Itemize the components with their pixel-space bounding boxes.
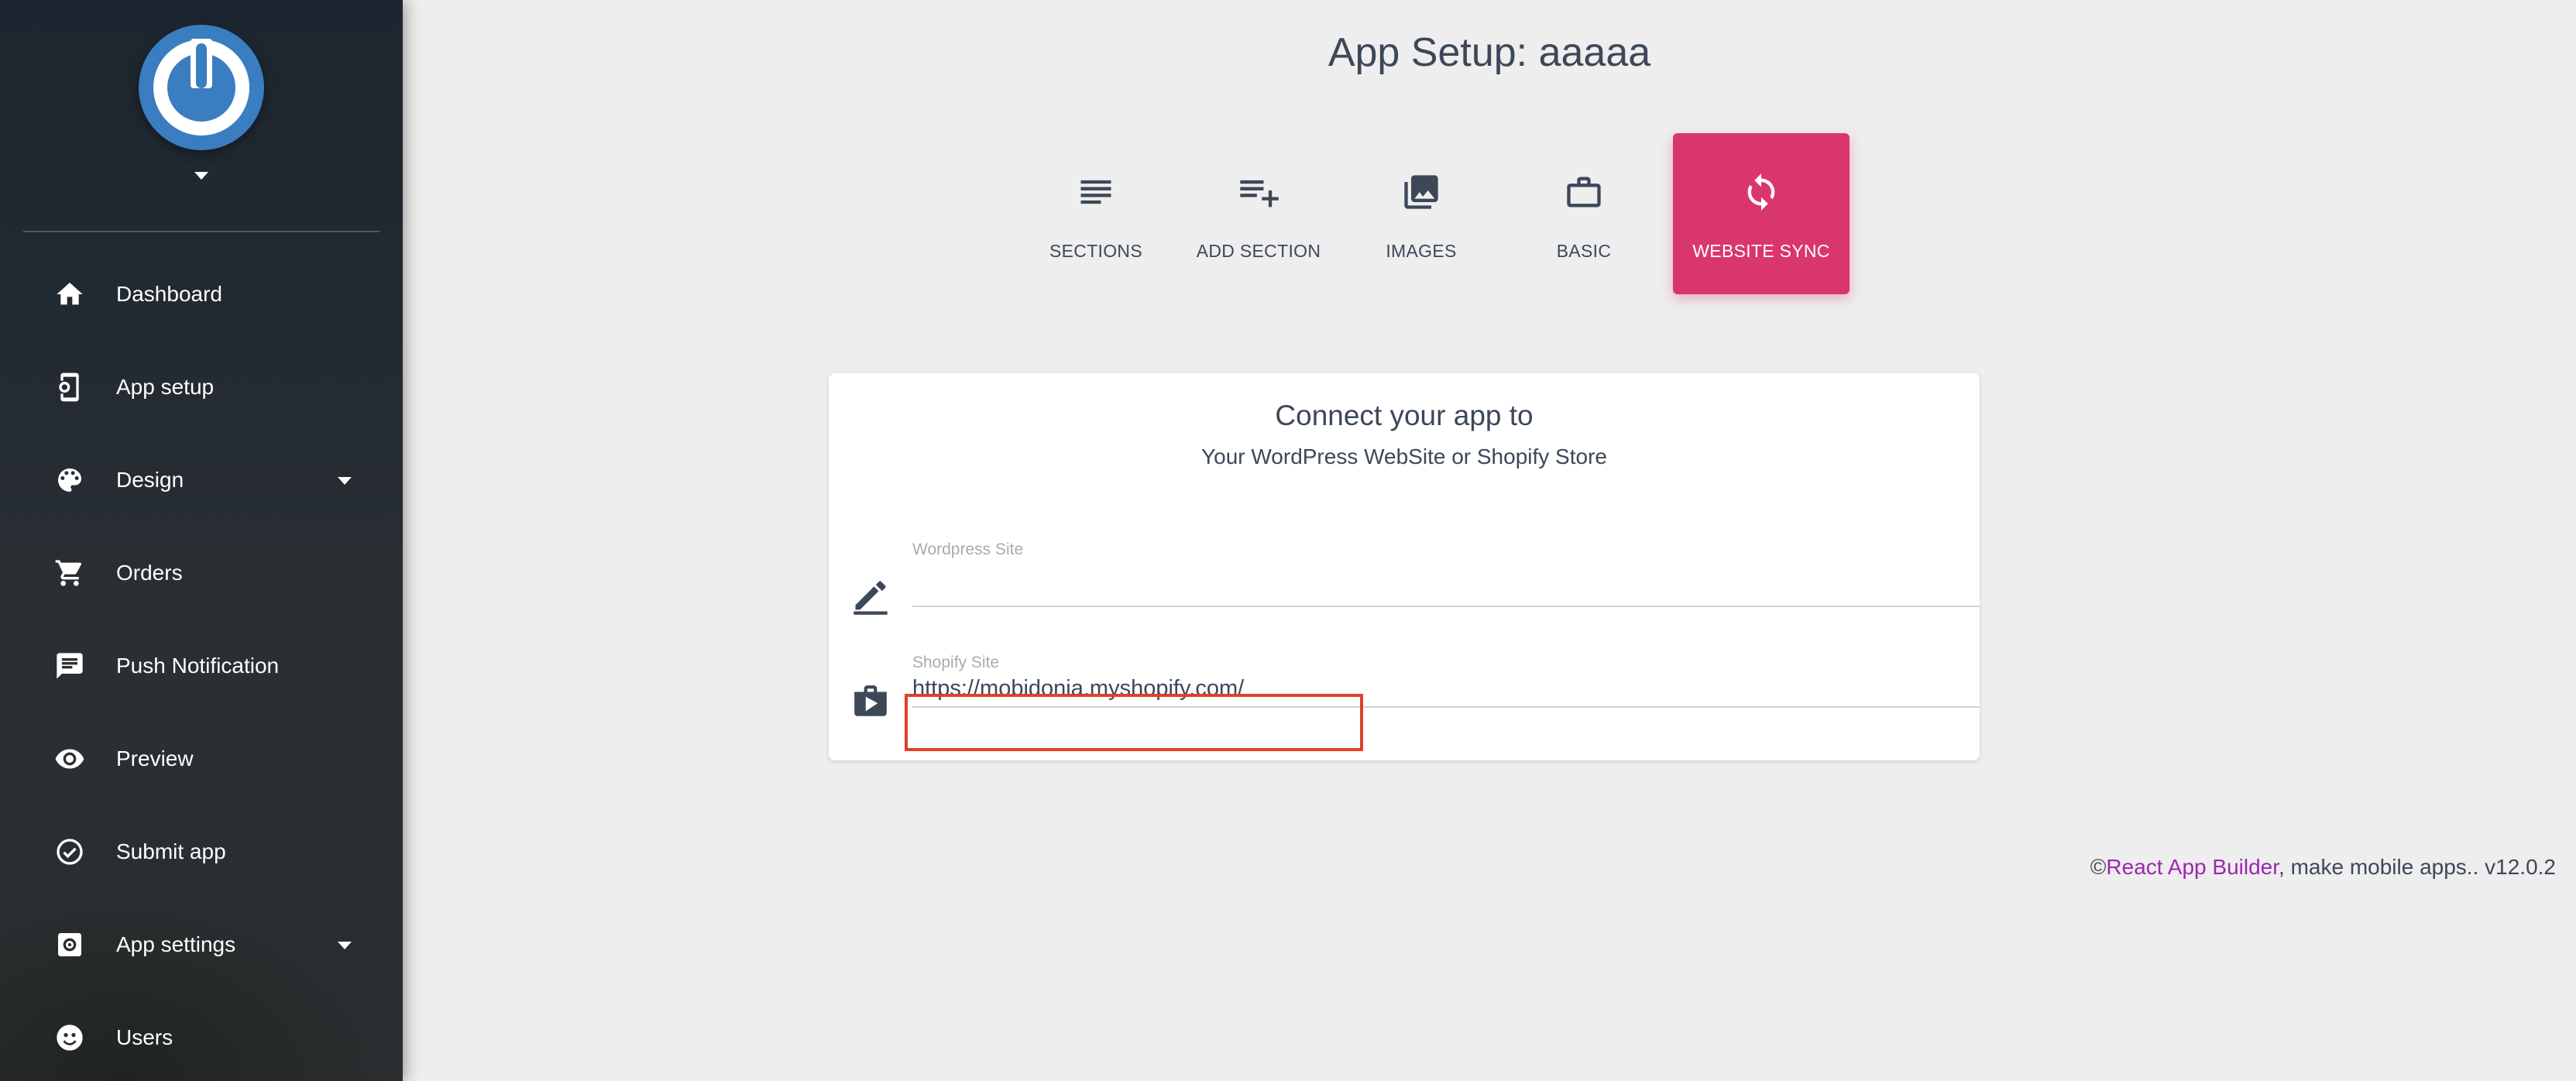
cart-icon [53, 556, 87, 590]
sidebar-item-push-notification[interactable]: Push Notification [0, 619, 403, 712]
shopify-field-label: Shopify Site [912, 654, 1000, 671]
sidebar-item-app-settings[interactable]: App settings [0, 898, 403, 991]
palette-icon [53, 463, 87, 497]
sidebar-divider [23, 231, 380, 232]
footer-text: , make mobile apps.. v12.0.2 [2279, 855, 2556, 879]
wordpress-field-row: Wordpress Site [829, 528, 1980, 621]
page-title: App Setup: aaaaa [1327, 30, 1651, 75]
shopify-field-row: Shopify Site [829, 654, 1980, 756]
sidebar-item-label: App setup [116, 375, 215, 399]
list-icon [1076, 172, 1116, 216]
sidebar-item-app-setup[interactable]: App setup [0, 341, 403, 434]
sidebar-item-preview[interactable]: Preview [0, 712, 403, 805]
tab-add-section[interactable]: ADD SECTION [1177, 133, 1340, 294]
sidebar-item-dashboard[interactable]: Dashboard [0, 248, 403, 341]
sidebar-item-submit-app[interactable]: Submit app [0, 805, 403, 898]
sidebar-item-label: Submit app [116, 839, 226, 863]
pencil-icon [849, 575, 892, 618]
tab-label: SECTIONS [1049, 241, 1142, 261]
sidebar-nav: Dashboard App setup Design Orders Push N… [0, 248, 403, 1081]
users-icon [53, 1021, 87, 1055]
tab-label: BASIC [1556, 241, 1612, 261]
sidebar-item-label: Users [116, 1025, 173, 1049]
tab-sections[interactable]: SECTIONS [1015, 133, 1177, 294]
footer: ©React App Builder, make mobile apps.. v… [2090, 855, 2556, 880]
sidebar: Dashboard App setup Design Orders Push N… [0, 0, 403, 1081]
message-icon [53, 649, 87, 683]
eye-icon [53, 742, 87, 776]
card-title: Connect your app to [1275, 400, 1534, 431]
sidebar-item-label: App settings [116, 932, 236, 956]
check-circle-icon [53, 835, 87, 869]
wordpress-field-label: Wordpress Site [912, 540, 1024, 558]
power-icon[interactable] [139, 25, 264, 150]
tab-website-sync[interactable]: WEBSITE SYNC [1673, 133, 1850, 294]
shop-icon [849, 680, 892, 723]
sidebar-item-design[interactable]: Design [0, 434, 403, 527]
tab-images[interactable]: IMAGES [1340, 133, 1503, 294]
sidebar-item-orders[interactable]: Orders [0, 527, 403, 619]
setup-tabs: SECTIONS ADD SECTION IMAGES BASIC WEBSIT… [1015, 133, 1850, 294]
chevron-down-icon[interactable] [338, 477, 352, 485]
sidebar-item-users[interactable]: Users [0, 991, 403, 1081]
briefcase-icon [1564, 172, 1604, 216]
logo-area [0, 25, 403, 180]
home-icon [53, 277, 87, 311]
shopify-site-input[interactable] [912, 671, 1980, 708]
images-icon [1401, 172, 1441, 216]
settings-box-icon [53, 928, 87, 962]
tab-label: WEBSITE SYNC [1692, 241, 1830, 261]
card-subtitle: Your WordPress WebSite or Shopify Store [1201, 444, 1607, 468]
playlist-add-icon [1237, 172, 1280, 216]
tab-label: IMAGES [1386, 241, 1457, 261]
tab-label: ADD SECTION [1196, 241, 1321, 261]
website-sync-card: Connect your app to Your WordPress WebSi… [829, 373, 1980, 760]
logo-caret-icon[interactable] [194, 172, 208, 180]
chevron-down-icon[interactable] [338, 942, 352, 949]
sidebar-item-label: Design [116, 468, 184, 492]
sidebar-item-label: Preview [116, 746, 194, 770]
copyright-symbol: © [2090, 855, 2107, 879]
tab-basic[interactable]: BASIC [1503, 133, 1665, 294]
wordpress-site-input[interactable] [912, 570, 1980, 607]
brand-link[interactable]: React App Builder [2106, 855, 2279, 879]
sync-icon [1741, 172, 1781, 216]
sidebar-item-label: Orders [116, 561, 183, 585]
sidebar-item-label: Push Notification [116, 654, 280, 678]
sidebar-item-label: Dashboard [116, 282, 222, 306]
phone-settings-icon [53, 370, 87, 404]
